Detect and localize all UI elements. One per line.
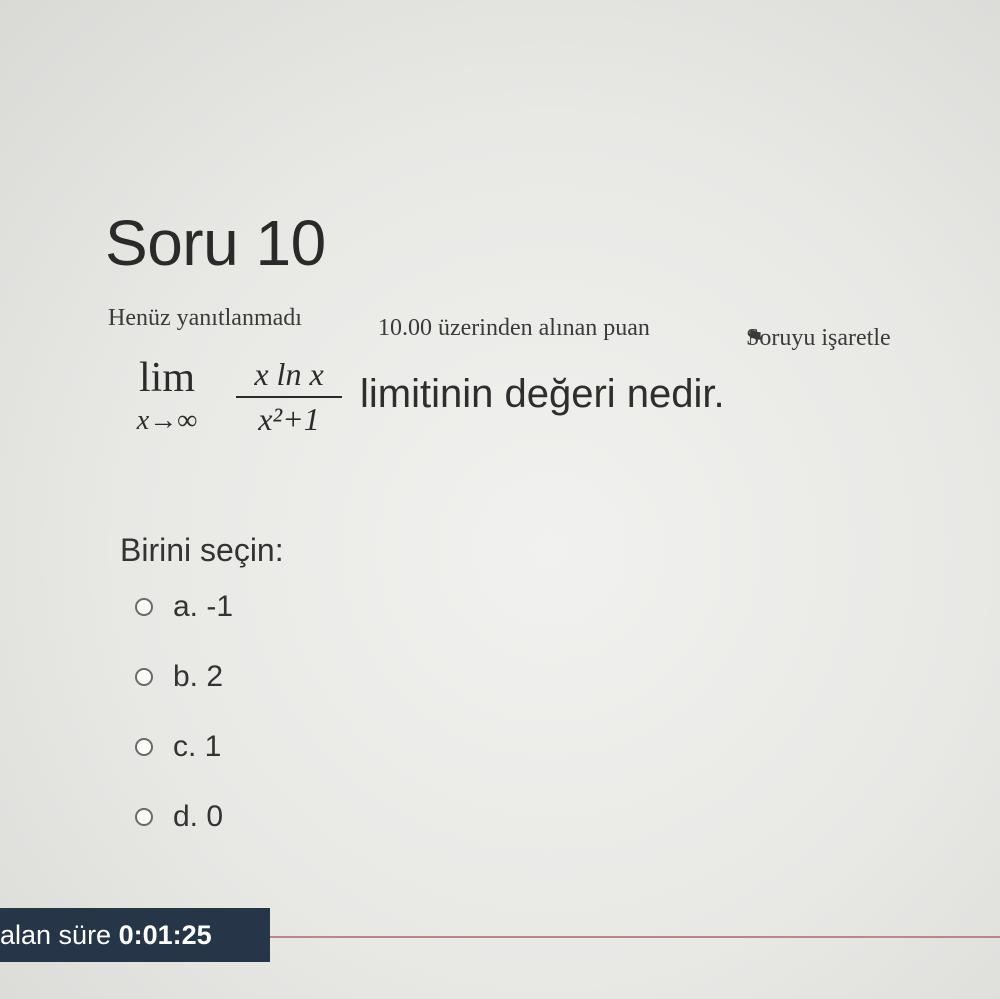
- option-d-radio[interactable]: [135, 808, 153, 826]
- time-remaining-badge: alan süre 0:01:25: [0, 908, 270, 962]
- option-b-radio[interactable]: [135, 668, 153, 686]
- option-d-label: d. 0: [173, 800, 224, 833]
- option-a[interactable]: a. -1: [135, 590, 233, 624]
- limit-fraction: x ln x x²+1: [236, 354, 342, 440]
- option-b[interactable]: b. 2: [135, 660, 223, 694]
- answer-prompt: Birini seçin:: [120, 532, 284, 568]
- question-grade: 10.00 üzerinden alınan puan: [378, 315, 650, 341]
- option-d[interactable]: d. 0: [135, 800, 223, 834]
- option-b-label: b. 2: [173, 660, 224, 693]
- timer-value: 0:01:25: [118, 920, 212, 950]
- option-a-radio[interactable]: [135, 598, 153, 616]
- option-a-label: a. -1: [173, 590, 234, 623]
- limit-subscript: x→∞: [136, 405, 198, 436]
- question-text: limitinin değeri nedir.: [360, 372, 725, 416]
- question-status: Henüz yanıtlanmadı: [108, 305, 302, 331]
- timer-divider: [270, 936, 1000, 938]
- option-c-label: c. 1: [173, 730, 222, 763]
- flag-question-label: Soruyu işaretle: [746, 325, 891, 351]
- fraction-denominator: x²+1: [258, 401, 320, 437]
- option-c-radio[interactable]: [135, 738, 153, 756]
- fraction-numerator: x ln x: [236, 354, 342, 398]
- question-title: Soru 10: [105, 207, 326, 279]
- question-body: lim x→∞ x ln x x²+1 limitinin değeri ned…: [112, 352, 912, 452]
- option-c[interactable]: c. 1: [135, 730, 221, 764]
- timer-prefix: alan süre: [0, 920, 112, 950]
- limit-operator: lim x→∞: [112, 352, 222, 438]
- limit-word: lim: [138, 355, 195, 401]
